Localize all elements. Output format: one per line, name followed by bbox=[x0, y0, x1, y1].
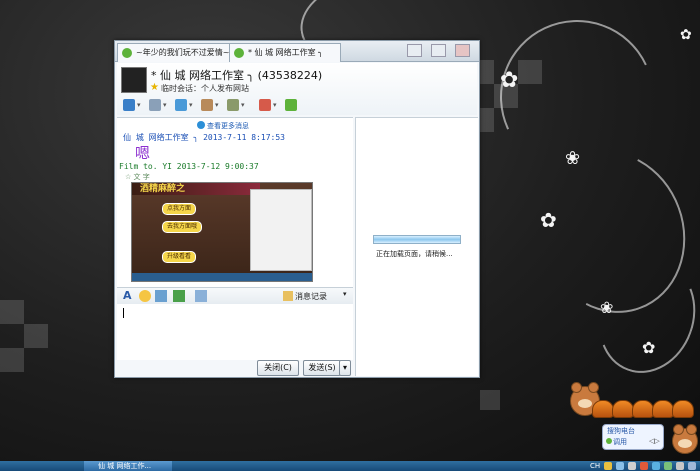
add-friend-button[interactable] bbox=[285, 99, 307, 113]
file-icon bbox=[175, 99, 187, 111]
message-history[interactable]: 查看更多消息 仙 城 网络工作室 ╮ 2013-7-11 8:17:53 嗯 F… bbox=[117, 117, 353, 288]
radio-title: 搜狗电台 bbox=[607, 427, 635, 435]
add-user-icon bbox=[285, 99, 297, 111]
image-taskbar bbox=[132, 273, 312, 281]
view-more-messages-link[interactable]: 查看更多消息 bbox=[207, 121, 249, 131]
loading-progress-bar bbox=[373, 235, 461, 244]
side-panel: 正在加载页面，请稍候... bbox=[355, 117, 478, 376]
chevron-down-icon: ▾ bbox=[163, 101, 167, 109]
tray-app-icon[interactable] bbox=[664, 462, 672, 470]
block-user-button[interactable]: ▾ bbox=[259, 99, 281, 113]
status-online-icon bbox=[234, 48, 244, 58]
radio-widget: 搜狗电台 调用 ◁▷ bbox=[568, 380, 700, 460]
app-button[interactable]: ▾ bbox=[227, 99, 249, 113]
block-user-icon bbox=[259, 99, 271, 111]
play-icon bbox=[606, 438, 612, 444]
maximize-button[interactable] bbox=[431, 44, 446, 57]
microphone-icon bbox=[149, 99, 161, 111]
tab-conversation-2[interactable]: * 仙 城 网络工作室 ╮ bbox=[229, 43, 341, 62]
message-history-button[interactable]: 消息记录 bbox=[295, 291, 327, 302]
send-file-button[interactable]: ▾ bbox=[175, 99, 197, 113]
image-button-label: 去我方面哦 bbox=[162, 221, 203, 233]
send-button[interactable]: 发送(S) bbox=[303, 360, 341, 376]
volume-icon[interactable]: ◁▷ bbox=[649, 437, 660, 445]
more-tools-button[interactable] bbox=[195, 290, 207, 302]
network-icon[interactable] bbox=[616, 462, 624, 470]
language-indicator[interactable]: CH bbox=[590, 462, 600, 470]
conversation-header: * 仙 城 网络工作室 ╮ (43538224) ★ 临时会话：个人发布网站 ▾… bbox=[117, 63, 477, 115]
message-input[interactable] bbox=[117, 304, 353, 360]
chevron-down-icon: ▾ bbox=[215, 101, 219, 109]
qq-tray-icon[interactable] bbox=[604, 462, 612, 470]
chevron-down-icon: ▾ bbox=[241, 101, 245, 109]
chevron-down-icon: ▾ bbox=[273, 101, 277, 109]
video-call-button[interactable]: ▾ bbox=[123, 99, 145, 113]
radio-play-button[interactable]: 调用 bbox=[613, 437, 627, 447]
format-toolbar: A 消息记录 ▾ bbox=[117, 287, 353, 305]
update-icon[interactable] bbox=[652, 462, 660, 470]
person-icon bbox=[227, 99, 239, 111]
emoji-button[interactable] bbox=[139, 290, 151, 302]
taskbar-item-chat[interactable]: 仙 城 网络工作... bbox=[84, 461, 172, 471]
bear-mascot-icon bbox=[672, 424, 698, 454]
volume-tray-icon[interactable] bbox=[628, 462, 636, 470]
image-title: 酒精麻醉之 bbox=[132, 183, 260, 195]
star-icon: ★ bbox=[150, 82, 159, 93]
close-window-button[interactable] bbox=[455, 44, 470, 57]
text-caret bbox=[123, 308, 124, 318]
image-panel bbox=[250, 189, 312, 271]
message-sender: Film to. YI 2013-7-12 9:00:37 bbox=[119, 162, 259, 171]
chevron-down-icon: ▾ bbox=[342, 363, 347, 372]
avatar[interactable] bbox=[121, 67, 147, 93]
contact-subtitle: 临时会话：个人发布网站 bbox=[161, 84, 249, 93]
font-button[interactable]: A bbox=[123, 290, 135, 302]
monitor-icon bbox=[201, 99, 213, 111]
image-button[interactable] bbox=[173, 290, 185, 302]
message-subtext: ☆ 文 字 bbox=[125, 173, 150, 181]
camera-icon bbox=[123, 99, 135, 111]
screenshot-button[interactable] bbox=[155, 290, 167, 302]
voice-call-button[interactable]: ▾ bbox=[149, 99, 171, 113]
message-image[interactable]: 酒精麻醉之 点我方面 去我方面哦 升级看看 bbox=[131, 182, 313, 282]
tab-conversation-1[interactable]: ~年少的我们玩不过爱情~ bbox=[117, 43, 245, 62]
chevron-down-icon: ▾ bbox=[137, 101, 141, 109]
tray-app-icon[interactable] bbox=[688, 462, 696, 470]
history-icon bbox=[283, 291, 293, 301]
status-online-icon bbox=[122, 48, 132, 58]
remote-assist-button[interactable]: ▾ bbox=[201, 99, 223, 113]
minimize-button[interactable] bbox=[407, 44, 422, 57]
image-button-label: 升级看看 bbox=[162, 251, 197, 263]
image-button-label: 点我方面 bbox=[162, 203, 197, 215]
security-icon[interactable] bbox=[640, 462, 648, 470]
send-options-dropdown[interactable]: ▾ bbox=[339, 360, 351, 376]
close-button[interactable]: 关闭(C) bbox=[257, 360, 299, 376]
tab-bar: ~年少的我们玩不过爱情~ * 仙 城 网络工作室 ╮ bbox=[115, 41, 479, 62]
loading-text: 正在加载页面，请稍候... bbox=[376, 250, 453, 258]
contact-name: * 仙 城 网络工作室 ╮ (43538224) bbox=[151, 69, 323, 82]
radio-panel[interactable]: 搜狗电台 调用 ◁▷ bbox=[602, 424, 664, 450]
tray-app-icon[interactable] bbox=[676, 462, 684, 470]
chevron-down-icon: ▾ bbox=[189, 101, 193, 109]
message-text: 嗯 bbox=[135, 144, 151, 162]
clock-icon bbox=[197, 121, 205, 129]
chat-window: ~年少的我们玩不过爱情~ * 仙 城 网络工作室 ╮ * 仙 城 网络工作室 ╮… bbox=[114, 40, 480, 378]
chevron-down-icon[interactable]: ▾ bbox=[343, 290, 355, 302]
